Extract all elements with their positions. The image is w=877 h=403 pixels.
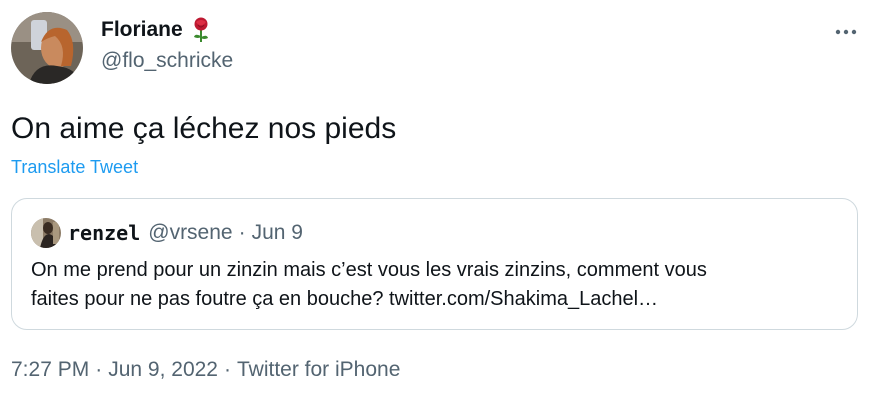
quoted-author-name: renzel (68, 221, 141, 245)
tweet-metadata: 7:27 PM · Jun 9, 2022 · Twitter for iPhone (11, 358, 400, 382)
author-handle[interactable]: @flo_schricke (101, 49, 233, 73)
author-avatar[interactable] (11, 12, 83, 84)
author-name[interactable]: Floriane (101, 17, 211, 43)
rose-icon (191, 17, 211, 43)
avatar-photo (11, 12, 83, 84)
meta-separator: · (223, 358, 231, 381)
quoted-text-line: On me prend pour un zinzin mais c’est vo… (31, 259, 707, 281)
tweet-text: On aime ça léchez nos pieds (11, 112, 397, 145)
quoted-separator: · (238, 221, 246, 244)
quoted-date: Jun 9 (251, 221, 303, 244)
more-options-button[interactable] (826, 18, 866, 46)
quoted-text-line: faites pour ne pas foutre ça en bouche? … (31, 288, 659, 310)
author-name-text: Floriane (101, 18, 183, 41)
tweet-date[interactable]: Jun 9, 2022 (108, 358, 218, 381)
more-horizontal-icon (835, 29, 857, 35)
meta-separator: · (95, 358, 103, 381)
quoted-author-avatar (31, 218, 61, 248)
tweet-time[interactable]: 7:27 PM (11, 358, 89, 381)
quoted-tweet-card[interactable]: renzel @vrsene · Jun 9 On me prend pour … (11, 198, 858, 330)
quoted-tweet-header: renzel @vrsene · Jun 9 (31, 218, 303, 248)
translate-tweet-link[interactable]: Translate Tweet (11, 157, 138, 178)
quoted-tweet-text: On me prend pour un zinzin mais c’est vo… (31, 256, 841, 314)
quoted-author-handle: @vrsene (148, 221, 233, 244)
tweet-source[interactable]: Twitter for iPhone (237, 358, 400, 381)
